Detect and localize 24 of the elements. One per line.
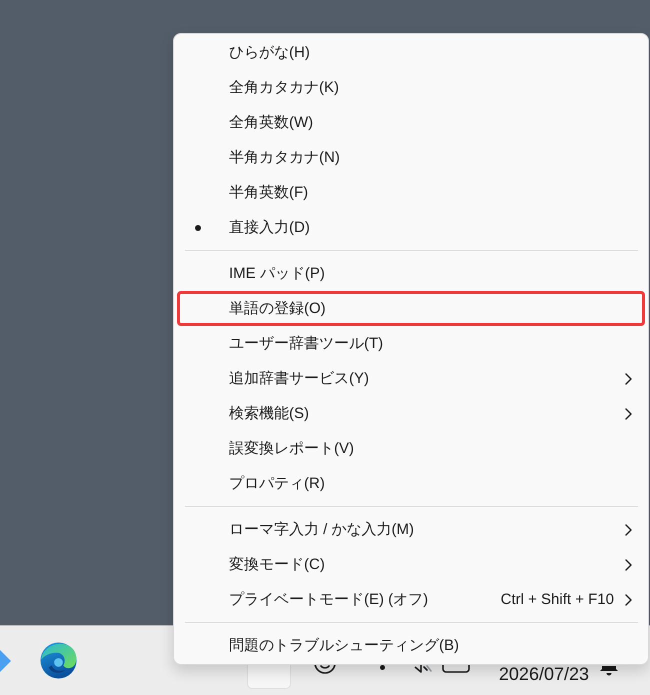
ring-icon[interactable] — [314, 665, 336, 674]
swirl-icon[interactable] — [40, 642, 77, 679]
menu-item[interactable]: IME パッド(P) — [177, 256, 645, 291]
menu-item[interactable]: ひらがな(H) — [177, 35, 645, 70]
menu-item[interactable]: 全角英数(W) — [177, 105, 645, 140]
menu-item[interactable]: 直接入力(D) — [177, 210, 645, 245]
menu-item[interactable]: プロパティ(R) — [177, 466, 645, 501]
battery-icon[interactable] — [442, 665, 470, 673]
menu-item[interactable]: 半角英数(F) — [177, 175, 645, 210]
menu-item[interactable]: ローマ字入力 / かな入力(M) — [177, 512, 645, 547]
menu-item[interactable]: 全角カタカナ(K) — [177, 70, 645, 105]
bell-icon[interactable] — [600, 666, 618, 676]
menu-item[interactable]: 単語の登録(O) — [177, 291, 645, 326]
menu-item[interactable]: 追加辞書サービス(Y) — [177, 361, 645, 396]
menu-item[interactable]: 検索機能(S) — [177, 396, 645, 431]
date-text: 2026/07/23 — [498, 666, 589, 682]
menu-item[interactable]: ユーザー辞書ツール(T) — [177, 326, 645, 361]
menu-item[interactable]: 半角カタカナ(N) — [177, 140, 645, 175]
dot-icon[interactable] — [380, 665, 385, 670]
menu-item[interactable]: 誤変換レポート(V) — [177, 431, 645, 466]
shortcut-text: Ctrl + Shift + F10 — [500, 591, 615, 608]
menu-item[interactable]: プライベートモード(E) (オフ) Ctrl + Shift + F10 — [177, 582, 645, 617]
menu-item[interactable]: 変換モード(C) — [177, 547, 645, 582]
menu-item[interactable]: 問題のトラブルシューティング(B) — [177, 628, 645, 663]
